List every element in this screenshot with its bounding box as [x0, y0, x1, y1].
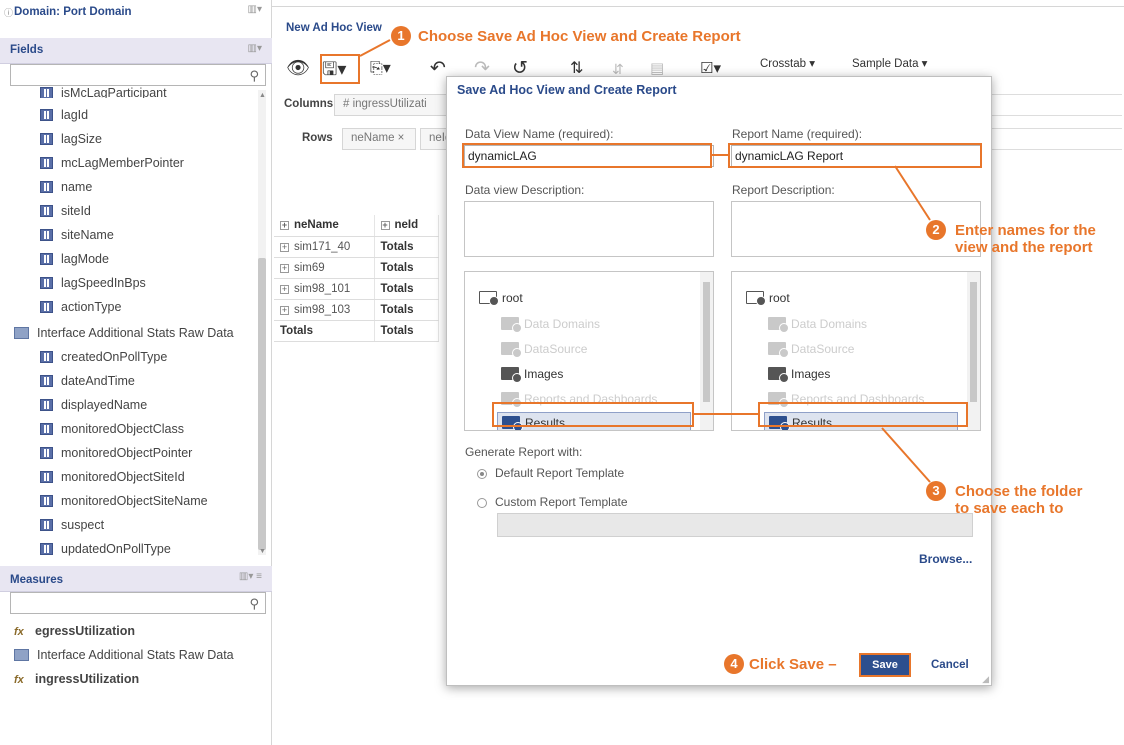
step-3-note-line1: Choose the folder: [955, 483, 1083, 500]
step-4-note: Click Save –: [749, 656, 837, 673]
data-view-name-highlight: [462, 143, 712, 168]
step-4-badge: 4: [724, 654, 744, 674]
report-folder-highlight: [758, 402, 968, 427]
data-view-folder-highlight: [492, 402, 694, 427]
step-3-note-line2: to save each to: [955, 500, 1064, 517]
step-2-note-line2: view and the report: [955, 239, 1093, 256]
report-name-highlight: [728, 143, 982, 168]
annotation-lines: [359, 39, 931, 483]
step-1-badge: 1: [391, 26, 411, 46]
step-2-badge: 2: [926, 220, 946, 240]
save-menu-highlight: [320, 54, 360, 84]
step-3-badge: 3: [926, 481, 946, 501]
step-2-note-line1: Enter names for the: [955, 222, 1096, 239]
step-1-note: Choose Save Ad Hoc View and Create Repor…: [418, 28, 741, 45]
